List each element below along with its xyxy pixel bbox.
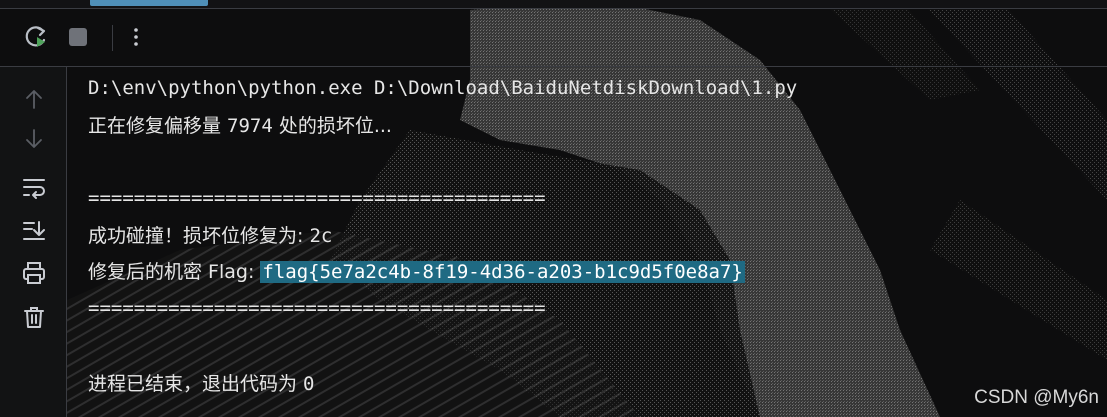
separator-line: ======================================== xyxy=(88,297,546,319)
collision-line: 成功碰撞！损坏位修复为: 2c xyxy=(88,223,332,249)
collision-label: 成功碰撞！损坏位修复为: xyxy=(88,225,310,247)
active-tab-indicator[interactable] xyxy=(90,0,208,6)
stop-button[interactable] xyxy=(64,23,92,51)
repair-status-line: 正在修复偏移量 7974 处的损坏位... xyxy=(88,113,392,139)
arrow-up-icon xyxy=(26,90,42,109)
repair-prefix: 正在修复偏移量 xyxy=(88,115,228,137)
console-output[interactable]: D:\env\python\python.exe D:\Download\Bai… xyxy=(88,67,1088,417)
run-console-window: D:\env\python\python.exe D:\Download\Bai… xyxy=(0,0,1107,417)
rerun-icon xyxy=(25,26,46,47)
soft-wrap-icon xyxy=(23,179,45,199)
clear-all-button[interactable] xyxy=(20,303,48,331)
repair-suffix: 处的损坏位... xyxy=(272,115,392,137)
more-vertical-icon xyxy=(134,28,138,46)
flag-label: 修复后的机密 Flag: xyxy=(88,261,261,283)
console-side-toolbar xyxy=(0,67,66,417)
arrow-down-icon xyxy=(26,129,42,148)
previous-occurrence-button[interactable] xyxy=(20,85,48,113)
repair-offset: 7974 xyxy=(227,115,273,137)
run-toolbar xyxy=(0,9,1107,66)
exit-label: 进程已结束，退出代码为 xyxy=(88,373,304,395)
command-line: D:\env\python\python.exe D:\Download\Bai… xyxy=(88,77,798,99)
scroll-to-end-button[interactable] xyxy=(20,217,48,245)
divider xyxy=(0,8,1107,9)
print-icon xyxy=(23,262,45,284)
next-occurrence-button[interactable] xyxy=(20,125,48,153)
collision-value: 2c xyxy=(309,225,333,247)
separator-line: ======================================== xyxy=(88,187,546,209)
rerun-button[interactable] xyxy=(22,23,50,51)
divider xyxy=(66,67,67,417)
exit-code: 0 xyxy=(303,373,315,395)
divider xyxy=(0,66,1107,67)
print-button[interactable] xyxy=(20,259,48,287)
more-options-button[interactable] xyxy=(122,23,150,51)
tab-bar xyxy=(0,0,1107,8)
flag-line: 修复后的机密 Flag: flag{5e7a2c4b-8f19-4d36-a20… xyxy=(88,259,745,285)
toolbar-divider xyxy=(112,25,113,51)
exit-line: 进程已结束，退出代码为 0 xyxy=(88,371,315,397)
scroll-to-end-icon xyxy=(23,221,45,240)
soft-wrap-button[interactable] xyxy=(20,173,48,201)
trash-icon xyxy=(24,307,44,328)
flag-value-selected[interactable]: flag{5e7a2c4b-8f19-4d36-a203-b1c9d5f0e8a… xyxy=(260,261,745,283)
watermark: CSDN @My6n xyxy=(974,387,1099,408)
stop-icon xyxy=(69,28,87,46)
